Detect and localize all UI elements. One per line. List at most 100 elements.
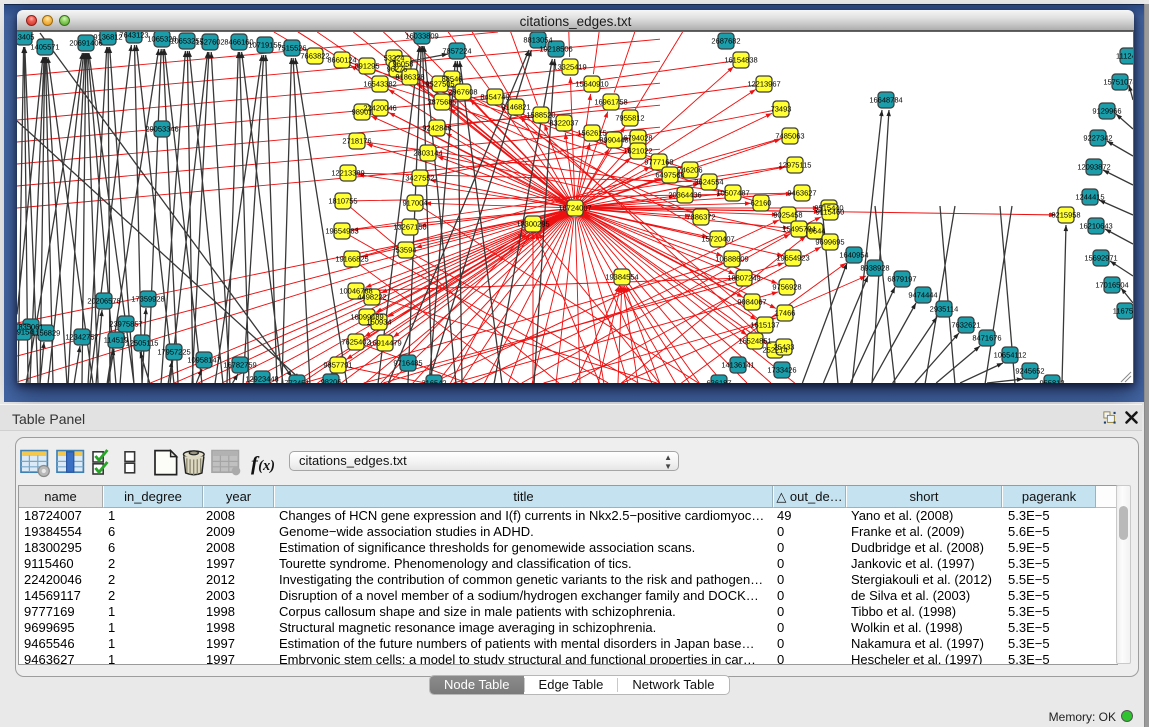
svg-text:9699695: 9699695 xyxy=(815,238,844,247)
svg-text:12213389: 12213389 xyxy=(331,169,364,178)
svg-text:10958147: 10958147 xyxy=(187,356,220,365)
svg-text:19384554: 19384554 xyxy=(605,273,638,282)
svg-text:16648784: 16648784 xyxy=(869,96,902,105)
svg-text:2935114: 2935114 xyxy=(930,305,959,314)
svg-text:15720407: 15720407 xyxy=(701,235,734,244)
svg-text:12342757: 12342757 xyxy=(65,333,98,342)
svg-text:16033809: 16033809 xyxy=(405,32,438,41)
svg-text:16914479: 16914479 xyxy=(368,339,401,348)
svg-text:12923448: 12923448 xyxy=(245,375,278,384)
svg-text:111243: 111243 xyxy=(1116,52,1133,61)
svg-text:9245652: 9245652 xyxy=(1015,367,1044,376)
svg-text:13325419: 13325419 xyxy=(553,63,586,72)
svg-text:29053346: 29053346 xyxy=(145,125,178,134)
svg-text:15692971: 15692971 xyxy=(1084,254,1117,263)
svg-text:8186328: 8186328 xyxy=(395,73,424,82)
svg-text:53594: 53594 xyxy=(396,246,417,255)
svg-text:98206: 98206 xyxy=(321,378,342,384)
svg-text:17359928: 17359928 xyxy=(131,295,164,304)
svg-text:1810755: 1810755 xyxy=(328,197,357,206)
svg-text:8471676: 8471676 xyxy=(972,334,1001,343)
svg-text:15751074: 15751074 xyxy=(1103,78,1133,87)
svg-text:9227342: 9227342 xyxy=(1083,134,1112,143)
svg-text:8813054: 8813054 xyxy=(523,36,552,45)
svg-text:25433: 25433 xyxy=(774,343,795,352)
svg-text:19654983: 19654983 xyxy=(325,227,358,236)
svg-text:2718176: 2718176 xyxy=(342,137,371,146)
svg-text:7886372: 7886372 xyxy=(686,213,715,222)
svg-text:1244415: 1244415 xyxy=(1075,193,1104,202)
svg-text:17016504: 17016504 xyxy=(1095,281,1128,290)
svg-text:14136141: 14136141 xyxy=(721,361,754,370)
svg-text:96058: 96058 xyxy=(393,60,414,69)
svg-text:16524851: 16524851 xyxy=(738,337,771,346)
svg-text:116753: 116753 xyxy=(1113,307,1133,316)
svg-text:62160: 62160 xyxy=(751,199,772,208)
svg-text:9084067: 9084067 xyxy=(737,298,766,307)
svg-text:2687682: 2687682 xyxy=(711,37,740,46)
svg-text:16154838: 16154838 xyxy=(724,56,757,65)
svg-text:20206578: 20206578 xyxy=(87,297,120,306)
svg-text:79644: 79644 xyxy=(805,227,826,236)
svg-text:9756928: 9756928 xyxy=(772,283,801,292)
svg-text:9716485: 9716485 xyxy=(393,359,422,368)
svg-text:13267150: 13267150 xyxy=(393,223,426,232)
svg-text:15640910: 15640910 xyxy=(575,80,608,89)
svg-text:7625402: 7625402 xyxy=(341,338,370,347)
svg-text:73493: 73493 xyxy=(771,105,792,114)
svg-text:12093872: 12093872 xyxy=(1077,163,1110,172)
svg-text:3875685: 3875685 xyxy=(427,98,456,107)
svg-text:9129966: 9129966 xyxy=(1092,107,1121,116)
svg-text:316542: 316542 xyxy=(421,379,446,384)
svg-text:20364436: 20364436 xyxy=(668,191,701,200)
svg-text:891295: 891295 xyxy=(354,62,379,71)
svg-text:6497568: 6497568 xyxy=(655,171,684,180)
svg-text:636187: 636187 xyxy=(706,379,731,384)
svg-text:7955812: 7955812 xyxy=(615,114,644,123)
svg-text:7643123: 7643123 xyxy=(119,32,148,40)
svg-text:23975857: 23975857 xyxy=(109,320,142,329)
svg-text:12213967: 12213967 xyxy=(747,80,780,89)
svg-text:98901: 98901 xyxy=(352,108,373,117)
svg-text:18300295: 18300295 xyxy=(516,220,549,229)
svg-text:150934: 150934 xyxy=(366,318,391,327)
svg-text:12975115: 12975115 xyxy=(779,161,812,170)
svg-text:1405571: 1405571 xyxy=(30,43,59,52)
svg-text:9115460: 9115460 xyxy=(816,208,845,217)
svg-text:2803144: 2803144 xyxy=(413,149,442,158)
svg-text:8215958: 8215958 xyxy=(1051,211,1080,220)
svg-text:7857224: 7857224 xyxy=(442,47,471,56)
svg-text:7663822: 7663822 xyxy=(300,52,329,61)
svg-text:9463627: 9463627 xyxy=(787,189,816,198)
svg-text:16210643: 16210643 xyxy=(1079,222,1112,231)
svg-text:3427552: 3427552 xyxy=(405,174,434,183)
svg-text:8660124: 8660124 xyxy=(327,56,356,65)
svg-text:19654923: 19654923 xyxy=(776,254,809,263)
svg-text:8322037: 8322037 xyxy=(549,119,578,128)
svg-text:1621022: 1621022 xyxy=(623,147,652,156)
svg-text:9474444: 9474444 xyxy=(908,291,937,300)
svg-text:16961758: 16961758 xyxy=(594,98,627,107)
svg-text:4498222: 4498222 xyxy=(357,293,386,302)
svg-text:7485063: 7485063 xyxy=(775,132,804,141)
svg-text:9777169: 9777169 xyxy=(644,158,673,167)
svg-text:6879197: 6879197 xyxy=(887,275,916,284)
svg-text:19166825: 19166825 xyxy=(335,255,368,264)
svg-text:16782759: 16782759 xyxy=(223,361,256,370)
svg-text:8938928: 8938928 xyxy=(860,264,889,273)
svg-text:8454749: 8454749 xyxy=(480,93,509,102)
svg-text:13405: 13405 xyxy=(17,33,34,42)
svg-text:114519: 114519 xyxy=(104,336,128,345)
svg-text:955812: 955812 xyxy=(1039,379,1064,384)
svg-text:18724007: 18724007 xyxy=(558,204,591,213)
svg-text:9025458: 9025458 xyxy=(773,211,802,220)
svg-text:10688609: 10688609 xyxy=(715,255,748,264)
svg-text:3624554: 3624554 xyxy=(694,178,723,187)
svg-text:1527602: 1527602 xyxy=(195,38,224,47)
svg-text:1733426: 1733426 xyxy=(767,366,796,375)
svg-text:9136812: 9136812 xyxy=(93,33,122,42)
svg-text:9242848: 9242848 xyxy=(422,124,451,133)
svg-text:10654112: 10654112 xyxy=(994,351,1027,360)
svg-text:12505115: 12505115 xyxy=(126,339,159,348)
svg-text:18807249: 18807249 xyxy=(727,274,760,283)
